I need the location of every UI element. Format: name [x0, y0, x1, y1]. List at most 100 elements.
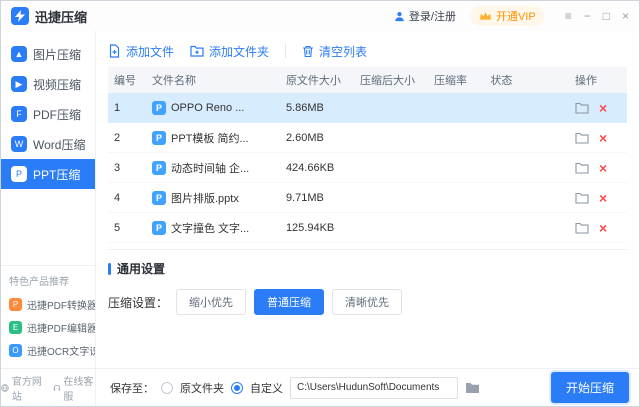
table-row[interactable]: 3 P 动态时间轴 企... 424.66KB ×	[108, 153, 627, 183]
cell-original-size: 125.94KB	[285, 221, 335, 234]
option-shrink-priority[interactable]: 缩小优先	[176, 289, 247, 315]
cell-original-size: 2.60MB	[285, 131, 324, 144]
cell-filename: P PPT模板 简约...	[146, 130, 280, 146]
radio-custom[interactable]	[231, 381, 243, 394]
app-window: 迅捷压缩 登录/注册 开通VIP ≡ − □ × ▲ 图片压缩 ▶ 视频压缩 F…	[0, 0, 640, 407]
app-logo: 迅捷压缩	[11, 7, 87, 26]
col-header-name: 文件名称	[152, 75, 196, 87]
toolbar-divider	[285, 44, 287, 58]
bottom-bar: 官方网站 在线客服 保存至： 原文件夹 自定义 开始压缩	[1, 368, 639, 406]
filename-text: 文字撞色 文字...	[171, 222, 250, 235]
cell-no: 4	[114, 191, 121, 204]
add-folder-label: 添加文件夹	[209, 44, 270, 59]
image-compress-icon: ▲	[11, 46, 27, 62]
settings-title-text: 通用设置	[117, 262, 166, 276]
open-folder-icon[interactable]	[575, 102, 589, 114]
online-service-link[interactable]: 在线客服	[53, 373, 96, 403]
col-header-no: 编号	[114, 75, 136, 87]
table-header: 编号 文件名称 原文件大小 压缩后大小 压缩率 状态 操作	[108, 67, 627, 93]
globe-icon	[1, 383, 9, 392]
cell-operation: ×	[569, 161, 627, 175]
sidebar-item-ppt-compress[interactable]: P PPT压缩	[1, 159, 95, 189]
remove-file-icon[interactable]: ×	[599, 101, 607, 115]
col-header-compressed-size: 压缩后大小	[359, 75, 415, 87]
maximize-icon[interactable]: □	[603, 10, 610, 22]
featured-title: 特色产品推荐	[9, 277, 69, 288]
cell-operation: ×	[569, 131, 627, 145]
footer-link-label: 在线客服	[63, 376, 94, 403]
cell-original-size: 424.66KB	[285, 161, 335, 174]
sidebar-item-video-compress[interactable]: ▶ 视频压缩	[1, 69, 95, 99]
open-folder-icon[interactable]	[575, 132, 589, 144]
cell-operation: ×	[569, 191, 627, 205]
cell-operation: ×	[569, 221, 627, 235]
sidebar: ▲ 图片压缩 ▶ 视频压缩 F PDF压缩 W Word压缩 P PPT压缩 特…	[1, 31, 96, 368]
table-row[interactable]: 4 P 图片排版.pptx 9.71MB ×	[108, 183, 627, 213]
sidebar-item-image-compress[interactable]: ▲ 图片压缩	[1, 39, 95, 69]
close-icon[interactable]: ×	[622, 10, 629, 22]
menu-icon[interactable]: ≡	[565, 10, 572, 22]
option-normal-compress[interactable]: 普通压缩	[254, 289, 325, 315]
radio-original-folder[interactable]	[161, 381, 173, 394]
col-header-original-size: 原文件大小	[285, 75, 341, 87]
vip-button[interactable]: 开通VIP	[469, 6, 545, 26]
featured-pdf-editor[interactable]: E 迅捷PDF编辑器	[1, 316, 95, 339]
general-settings-section: 通用设置 压缩设置： 缩小优先 普通压缩 清晰优先	[108, 249, 627, 368]
table-row[interactable]: 1 P OPPO Reno ... 5.86MB ×	[108, 93, 627, 123]
col-header-operation: 操作	[574, 75, 597, 87]
vip-label: 开通VIP	[495, 11, 536, 23]
open-folder-icon[interactable]	[575, 192, 589, 204]
cell-original-size: 9.71MB	[285, 191, 324, 204]
browse-folder-icon[interactable]	[465, 381, 480, 394]
crown-icon	[480, 12, 491, 20]
ppt-file-icon: P	[152, 220, 166, 235]
settings-section-title: 通用设置	[108, 260, 627, 277]
radio-custom-label[interactable]: 自定义	[250, 380, 283, 396]
remove-file-icon[interactable]: ×	[599, 131, 607, 145]
col-header-ratio: 压缩率	[433, 75, 467, 87]
featured-ocr[interactable]: O 迅捷OCR文字识别软件	[1, 339, 95, 362]
minimize-icon[interactable]: −	[584, 10, 591, 22]
file-toolbar: 添加文件 添加文件夹 清空列表	[108, 35, 627, 67]
save-to-label: 保存至：	[110, 382, 154, 395]
clear-list-button[interactable]: 清空列表	[302, 43, 367, 60]
cell-filename: P 图片排版.pptx	[146, 190, 280, 206]
table-row[interactable]: 5 P 文字撞色 文字... 125.94KB ×	[108, 213, 627, 243]
content-area: 添加文件 添加文件夹 清空列表 编号 文件名称 原文件大小 压缩后大小 压缩率 …	[96, 31, 639, 368]
sidebar-item-pdf-compress[interactable]: F PDF压缩	[1, 99, 95, 129]
compress-setting-label: 压缩设置：	[108, 295, 169, 310]
cell-operation: ×	[569, 101, 627, 115]
ocr-icon: O	[9, 344, 22, 357]
filename-text: PPT模板 简约...	[171, 132, 249, 145]
filename-text: OPPO Reno ...	[171, 101, 245, 114]
remove-file-icon[interactable]: ×	[599, 191, 607, 205]
featured-label: 迅捷OCR文字识别软件	[27, 347, 95, 358]
add-file-button[interactable]: 添加文件	[108, 43, 174, 60]
user-icon	[395, 11, 404, 21]
login-register-link[interactable]: 登录/注册	[394, 8, 456, 24]
ppt-file-icon: P	[152, 190, 166, 205]
open-folder-icon[interactable]	[575, 222, 589, 234]
table-row[interactable]: 2 P PPT模板 简约... 2.60MB ×	[108, 123, 627, 153]
start-compress-button[interactable]: 开始压缩	[550, 372, 629, 403]
option-clarity-priority[interactable]: 清晰优先	[332, 289, 403, 315]
featured-pdf-converter[interactable]: P 迅捷PDF转换器	[1, 293, 95, 316]
cell-filename: P 文字撞色 文字...	[146, 220, 280, 236]
official-website-link[interactable]: 官方网站	[1, 373, 44, 403]
add-file-icon	[109, 44, 120, 58]
headset-icon	[53, 384, 60, 391]
save-path-input[interactable]	[290, 376, 458, 399]
remove-file-icon[interactable]: ×	[599, 161, 607, 175]
open-folder-icon[interactable]	[575, 162, 589, 174]
sidebar-item-label: 视频压缩	[33, 77, 82, 92]
cell-no: 3	[114, 161, 121, 174]
radio-original-folder-label[interactable]: 原文件夹	[180, 380, 224, 396]
sidebar-item-word-compress[interactable]: W Word压缩	[1, 129, 95, 159]
filename-text: 动态时间轴 企...	[171, 162, 250, 175]
add-folder-button[interactable]: 添加文件夹	[190, 43, 269, 60]
save-settings: 保存至： 原文件夹 自定义	[96, 376, 480, 399]
featured-label: 迅捷PDF转换器	[27, 301, 95, 312]
cell-filename: P 动态时间轴 企...	[146, 160, 280, 176]
clear-list-icon	[303, 45, 314, 57]
remove-file-icon[interactable]: ×	[599, 221, 607, 235]
